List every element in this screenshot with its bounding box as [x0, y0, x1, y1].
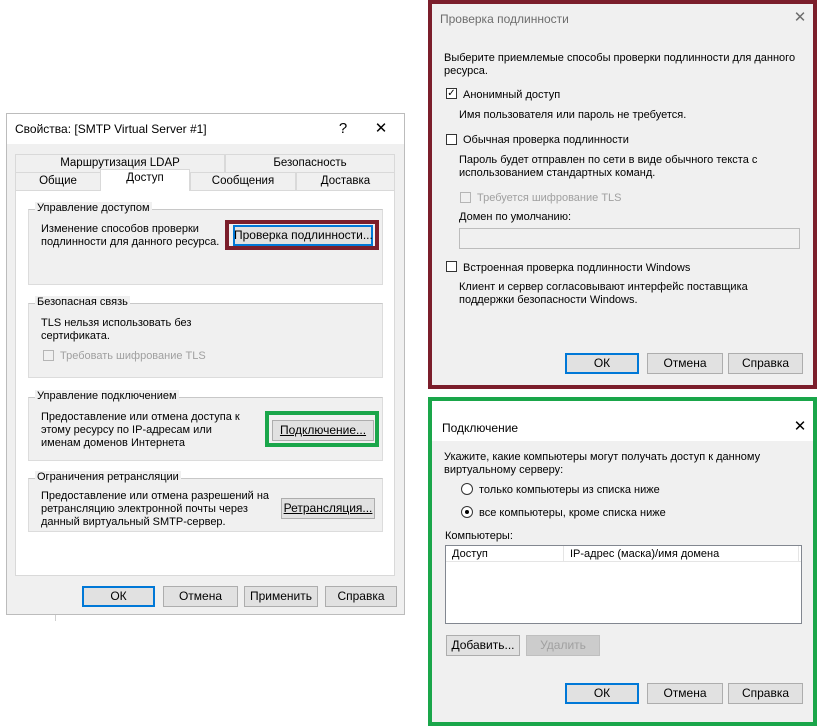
auth-titlebar: Проверка подлинности ✕ — [432, 4, 813, 32]
window-title: Подключение — [442, 421, 519, 435]
button-label: Справка — [741, 356, 790, 370]
conn-ok-button[interactable]: ОК — [565, 683, 639, 704]
anonymous-label: Анонимный доступ — [463, 89, 561, 101]
anonymous-description: Имя пользователя или пароль не требуется… — [459, 109, 687, 121]
button-label: Проверка подлинности... — [234, 228, 373, 242]
computers-list[interactable]: Доступ IP-адрес (маска)/имя домена — [445, 545, 802, 624]
radio-only-listed[interactable] — [461, 483, 473, 495]
relay-description: Предоставление или отмена разрешений на … — [41, 490, 270, 528]
secure-communication-group: Безопасная связь TLS нельзя использовать… — [28, 296, 383, 378]
column-header-access[interactable]: Доступ — [452, 548, 488, 561]
tab-label: Маршрутизация LDAP — [60, 157, 180, 169]
require-tls-checkbox[interactable] — [43, 350, 54, 361]
anonymous-checkbox[interactable]: ✓ — [446, 88, 457, 99]
tab-access[interactable]: Доступ — [100, 169, 190, 191]
group-title: Управление доступом — [35, 202, 152, 214]
windows-auth-label: Встроенная проверка подлинности Windows — [463, 262, 691, 274]
help-icon[interactable]: ? — [329, 117, 357, 141]
tab-label: Общие — [39, 175, 77, 187]
windows-auth-description: Клиент и сервер согласовывают интерфейс … — [459, 281, 748, 306]
column-header-ip[interactable]: IP-адрес (маска)/имя домена — [570, 548, 719, 561]
button-label: Ретрансляция... — [283, 501, 373, 515]
button-label: ОК — [593, 356, 611, 370]
button-label: Удалить — [540, 638, 586, 652]
access-control-group: Управление доступом Изменение способов п… — [28, 202, 383, 285]
button-label: Подключение... — [279, 423, 367, 437]
button-label: Справка — [337, 589, 385, 603]
ok-button[interactable]: ОК — [82, 586, 155, 607]
basic-auth-checkbox[interactable] — [446, 134, 457, 145]
radio-all-except[interactable] — [461, 506, 473, 518]
connection-body: Укажите, какие компьютеры могут получать… — [432, 441, 813, 722]
properties-titlebar: Свойства: [SMTP Virtual Server #1] ? ✕ — [7, 114, 404, 144]
list-header: Доступ IP-адрес (маска)/имя домена — [446, 546, 801, 562]
tls-required-checkbox[interactable] — [460, 192, 471, 203]
tab-label: Сообщения — [211, 175, 275, 187]
window-title: Свойства: [SMTP Virtual Server #1] — [15, 122, 207, 136]
auth-help-button[interactable]: Справка — [728, 353, 803, 374]
tls-description: TLS нельзя использовать без сертификата. — [41, 317, 192, 342]
button-label: Отмена — [663, 686, 707, 700]
connection-topstrip — [432, 401, 813, 413]
button-label: Справка — [741, 686, 790, 700]
tab-label: Доставка — [320, 175, 371, 187]
group-title: Ограничения ретрансляции — [35, 471, 181, 483]
button-label: Отмена — [663, 356, 707, 370]
close-icon[interactable]: ✕ — [786, 6, 814, 30]
auth-cancel-button[interactable]: Отмена — [647, 353, 723, 374]
require-tls-label: Требовать шифрование TLS — [60, 350, 206, 362]
add-button[interactable]: Добавить... — [446, 635, 520, 656]
apply-button[interactable]: Применить — [244, 586, 318, 607]
background-divider — [55, 615, 56, 621]
relay-button[interactable]: Ретрансляция... — [281, 498, 375, 519]
connection-description: Предоставление или отмена доступа к этом… — [41, 411, 240, 449]
basic-auth-description: Пароль будет отправлен по сети в виде об… — [459, 154, 758, 179]
auth-intro: Выберите приемлемые способы проверки под… — [444, 52, 796, 77]
auth-body: Выберите приемлемые способы проверки под… — [432, 32, 813, 385]
connection-button[interactable]: Подключение... — [272, 420, 374, 441]
default-domain-label: Домен по умолчанию: — [459, 211, 571, 223]
radio-all-except-label: все компьютеры, кроме списка ниже — [479, 507, 666, 519]
default-domain-input[interactable] — [459, 228, 800, 249]
radio-only-listed-label: только компьютеры из списка ниже — [479, 484, 660, 496]
authentication-button[interactable]: Проверка подлинности... — [233, 225, 373, 246]
tab-general[interactable]: Общие — [15, 172, 101, 190]
cancel-button[interactable]: Отмена — [163, 586, 238, 607]
column-divider — [563, 546, 564, 562]
group-title: Управление подключением — [35, 390, 179, 402]
tab-delivery[interactable]: Доставка — [296, 172, 395, 190]
close-icon[interactable]: ✕ — [367, 117, 395, 141]
window-title: Проверка подлинности — [440, 12, 569, 26]
connection-dialog: Подключение ✕ Укажите, какие компьютеры … — [428, 397, 817, 726]
button-label: ОК — [593, 686, 611, 700]
tab-label: Безопасность — [273, 157, 347, 169]
conn-cancel-button[interactable]: Отмена — [647, 683, 723, 704]
connection-titlebar: Подключение ✕ — [432, 413, 813, 441]
tls-required-label: Требуется шифрование TLS — [477, 192, 622, 204]
access-description: Изменение способов проверки подлинности … — [41, 223, 220, 248]
group-title: Безопасная связь — [35, 296, 130, 308]
button-label: Добавить... — [451, 638, 515, 652]
button-label: Отмена — [178, 589, 223, 603]
tab-label: Доступ — [126, 172, 164, 184]
column-divider — [798, 546, 799, 562]
connection-intro: Укажите, какие компьютеры могут получать… — [444, 451, 761, 476]
auth-ok-button[interactable]: ОК — [565, 353, 639, 374]
button-label: Применить — [249, 589, 312, 603]
button-label: ОК — [110, 589, 127, 603]
properties-dialog: Свойства: [SMTP Virtual Server #1] ? ✕ М… — [6, 113, 405, 615]
basic-auth-label: Обычная проверка подлинности — [463, 134, 629, 146]
close-icon[interactable]: ✕ — [786, 415, 814, 439]
tab-messages[interactable]: Сообщения — [190, 172, 296, 190]
help-button[interactable]: Справка — [325, 586, 397, 607]
computers-list-label: Компьютеры: — [445, 530, 513, 542]
windows-auth-checkbox[interactable] — [446, 261, 457, 272]
conn-help-button[interactable]: Справка — [728, 683, 803, 704]
tab-security[interactable]: Безопасность — [225, 154, 395, 172]
authentication-dialog: Проверка подлинности ✕ Выберите приемлем… — [428, 0, 817, 389]
remove-button[interactable]: Удалить — [526, 635, 600, 656]
